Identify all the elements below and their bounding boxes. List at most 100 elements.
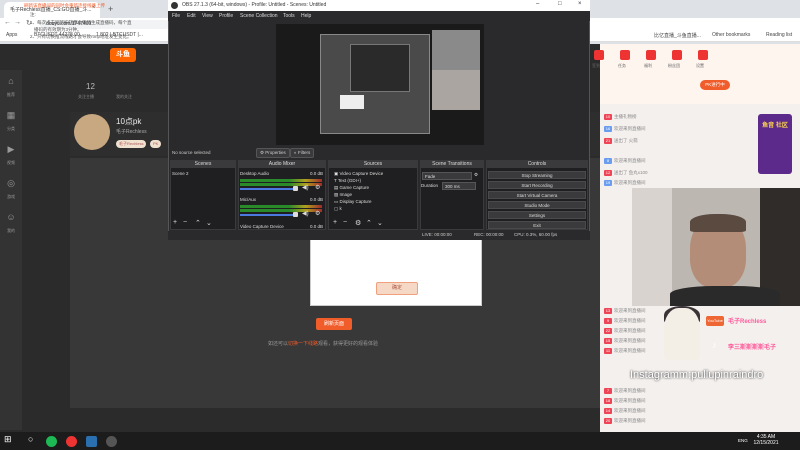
bookmark-apps[interactable]: Apps: [6, 32, 17, 38]
scene-item[interactable]: Scene 2: [172, 171, 189, 176]
menu-view[interactable]: View: [202, 13, 213, 19]
maximize-icon[interactable]: □: [558, 1, 562, 7]
virtual-camera-button[interactable]: Start Virtual Camera: [488, 191, 586, 199]
webcam-person-shirt: [670, 286, 780, 306]
back-icon[interactable]: ←: [4, 19, 11, 26]
transition-select[interactable]: Fade: [422, 172, 472, 180]
level-badge: 16: [604, 126, 612, 132]
bookmark-other[interactable]: Other bookmarks: [712, 32, 750, 38]
source-item[interactable]: ▣ Video Capture Device: [334, 171, 383, 177]
volume-slider-knob[interactable]: [293, 212, 298, 217]
spotify-icon[interactable]: [46, 436, 57, 447]
video-icon[interactable]: ▶: [4, 144, 18, 158]
duration-field[interactable]: 300 ms: [442, 182, 476, 190]
filters-button[interactable]: ◐ Filters: [290, 148, 315, 158]
switch-line-link[interactable]: 切换一下线路: [288, 341, 318, 347]
properties-button[interactable]: ⚙ Properties: [256, 148, 290, 158]
gear-icon[interactable]: ⚙: [315, 210, 320, 217]
obs-title-bar[interactable]: OBS 27.1.3 (64-bit, windows) - Profile: …: [168, 0, 590, 11]
stop-streaming-button[interactable]: Stop Streaming: [488, 171, 586, 179]
menu-help[interactable]: Help: [301, 13, 311, 19]
menu-profile[interactable]: Profile: [219, 13, 233, 19]
chat-text: 欢迎来到直播间: [614, 308, 646, 313]
bookmark-douyu[interactable]: 比亿直播_斗鱼直播...: [654, 32, 701, 39]
mixer-channel-name: Desktop Audio: [240, 171, 270, 176]
chrome-icon[interactable]: [66, 436, 77, 447]
menu-edit[interactable]: Edit: [187, 13, 196, 19]
filters-label: Filters: [297, 150, 311, 155]
chat-row: 20 欢迎来到直播间: [604, 418, 646, 425]
my-follow-label[interactable]: 我的关注: [116, 94, 132, 100]
windows-start-icon[interactable]: ⊞: [4, 434, 15, 445]
mixer-channel-db: 0.0 dB: [310, 224, 324, 229]
speaker-icon[interactable]: ◀): [302, 210, 309, 217]
taskbar-date: 12/15/2021: [753, 440, 779, 446]
new-tab-icon[interactable]: +: [108, 4, 113, 14]
search-icon[interactable]: ○: [28, 434, 39, 445]
bookmark-reading-list[interactable]: Reading list: [766, 32, 792, 38]
streamer-tag[interactable]: 毛子Rechless: [116, 140, 147, 148]
exit-button[interactable]: Exit: [488, 221, 586, 229]
remove-scene-icon[interactable]: −: [183, 219, 187, 226]
remove-source-icon[interactable]: −: [343, 219, 347, 226]
source-down-icon[interactable]: ⌄: [377, 219, 383, 227]
close-icon[interactable]: ×: [578, 1, 582, 7]
volume-slider-knob[interactable]: [293, 186, 298, 191]
room-title: 10点pk: [116, 117, 142, 126]
user-icon[interactable]: ☺: [4, 212, 18, 226]
task-icon[interactable]: [620, 50, 630, 60]
chat-icon-label: 福利: [644, 63, 652, 68]
game-icon[interactable]: ◎: [4, 178, 18, 192]
welfare-icon[interactable]: [646, 50, 656, 60]
start-recording-button[interactable]: Start Recording: [488, 181, 586, 189]
streamer-avatar[interactable]: [74, 114, 110, 150]
refresh-page-button[interactable]: 刷新页面: [316, 318, 352, 330]
level-badge: 8: [604, 158, 612, 164]
pk-tag[interactable]: PK: [150, 140, 162, 148]
obs-taskbar-icon[interactable]: [106, 436, 117, 447]
settings-button[interactable]: Settings: [488, 211, 586, 219]
menu-scene-collection[interactable]: Scene Collection: [240, 13, 278, 19]
settings-icon[interactable]: [698, 50, 708, 60]
source-item[interactable]: ▭ Display Capture: [334, 199, 372, 205]
source-up-icon[interactable]: ⌃: [366, 219, 372, 227]
home-icon[interactable]: ⌂: [4, 76, 18, 90]
scene-down-icon[interactable]: ⌄: [206, 219, 212, 227]
menu-file[interactable]: File: [172, 13, 180, 19]
speaker-icon[interactable]: ◀): [302, 184, 309, 191]
source-item[interactable]: T Text (GDI+): [334, 178, 361, 183]
hint-suffix: 观看，获得更好的观看体验: [318, 341, 379, 347]
streamer-name[interactable]: 毛子Rechless: [116, 128, 147, 135]
language-indicator[interactable]: ENG: [738, 438, 748, 443]
signin-icon[interactable]: [594, 50, 604, 60]
source-item[interactable]: ▤ Game Capture: [334, 185, 369, 191]
gear-icon[interactable]: ⚙: [315, 184, 320, 191]
category-icon[interactable]: ▦: [4, 110, 18, 124]
menu-tools[interactable]: Tools: [283, 13, 295, 19]
gift-card[interactable]: 鱼音 社区: [758, 114, 792, 174]
volume-slider[interactable]: [240, 214, 296, 216]
forward-icon[interactable]: →: [14, 19, 21, 26]
source-item[interactable]: ▢ k: [334, 206, 342, 212]
scene-up-icon[interactable]: ⌃: [195, 219, 201, 227]
live-status: LIVE: 00:00:00: [422, 232, 452, 237]
minimize-icon[interactable]: –: [536, 1, 539, 7]
level-badge: 12: [604, 170, 612, 176]
pk-badge[interactable]: PK进行中: [700, 80, 730, 90]
taskbar-clock[interactable]: 4:35 AM 12/15/2021: [748, 434, 784, 446]
follow-label[interactable]: 关注主播: [78, 94, 94, 100]
transition-settings-icon[interactable]: ⚙: [474, 172, 478, 178]
source-settings-icon[interactable]: ⚙: [355, 219, 361, 227]
dialog-ok-button[interactable]: 确定: [376, 282, 418, 295]
dialog-line: 播码的有效期为3分钟。: [34, 27, 82, 32]
fan-group-icon[interactable]: [672, 50, 682, 60]
add-source-icon[interactable]: +: [333, 219, 337, 226]
level-badge: 9: [604, 318, 612, 324]
steam-icon[interactable]: [86, 436, 97, 447]
source-item[interactable]: ▨ Image: [334, 192, 352, 198]
add-scene-icon[interactable]: +: [173, 219, 177, 226]
studio-mode-button[interactable]: Studio Mode: [488, 201, 586, 209]
volume-slider[interactable]: [240, 188, 296, 190]
douyu-logo[interactable]: 斗鱼: [110, 48, 136, 62]
volume-meter: [240, 183, 322, 186]
